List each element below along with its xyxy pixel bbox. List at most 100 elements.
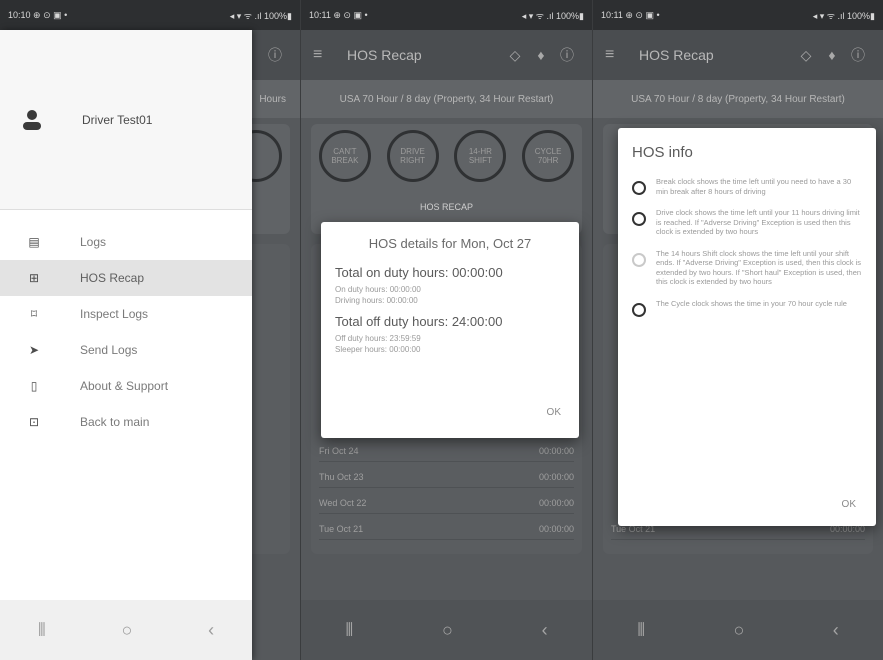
- dialog-title: HOS details for Mon, Oct 27: [368, 236, 532, 251]
- recent-apps-icon[interactable]: ⦀: [637, 620, 645, 641]
- recap-title: HOS RECAP: [419, 202, 473, 212]
- drawer-item-label: HOS Recap: [80, 271, 145, 285]
- app-title: HOS Recap: [347, 47, 422, 63]
- home-icon[interactable]: ○: [442, 620, 453, 641]
- hos-type-label: USA 70 Hour / 8 day (Property, 34 Hour R…: [301, 80, 592, 118]
- off-duty-hours: Off duty hours: 23:59:59: [335, 334, 421, 343]
- menu-icon[interactable]: ≡: [605, 46, 623, 64]
- inspect-icon: ⌑: [30, 307, 38, 321]
- hos-details-dialog: HOS details for Mon, Oct 27 Total on dut…: [321, 222, 579, 438]
- app-title: HOS Recap: [639, 47, 714, 63]
- drawer-item-logs[interactable]: ▤ Logs: [0, 224, 252, 260]
- drawer-item-label: Send Logs: [80, 343, 138, 357]
- row-value: 00:00:00: [538, 471, 574, 482]
- drawer-item-label: Inspect Logs: [80, 307, 149, 321]
- shift-clock[interactable]: 14-HR SHIFT: [454, 130, 507, 182]
- radio-button[interactable]: [632, 302, 646, 317]
- back-icon[interactable]: ‹: [833, 620, 839, 641]
- row-date: Thu Oct 23: [319, 471, 364, 482]
- recent-apps-icon[interactable]: ⦀: [38, 620, 46, 641]
- status-icons: ◂ ▾ ᯤ .ıl 100%▮: [229, 10, 292, 21]
- phone-icon: ▯: [30, 379, 38, 393]
- table-row[interactable]: Fri Oct 24 00:00:00: [319, 440, 574, 462]
- drawer-item-label: About & Support: [80, 379, 169, 393]
- location-icon[interactable]: ◇: [793, 47, 819, 64]
- system-nav-bar: ⦀ ○ ‹: [593, 600, 883, 660]
- pin-icon[interactable]: ♦: [819, 47, 845, 63]
- radio-button[interactable]: [632, 212, 646, 226]
- info-icon[interactable]: ⓘ: [845, 45, 871, 65]
- clocks-card: CAN'T BREAK DRIVE RIGHT 14-HR SHIFT CYCL…: [311, 124, 582, 234]
- hos-type-label: USA 70 Hour / 8 day (Property, 34 Hour R…: [593, 80, 883, 118]
- table-row[interactable]: Tue Oct 21 00:00:00: [319, 518, 574, 540]
- menu-icon[interactable]: ≡: [313, 46, 331, 64]
- status-icons: ◂ ▾ ᯤ .ıl 100%▮: [812, 10, 875, 21]
- drawer-item-inspect-logs[interactable]: ⌑ Inspect Logs: [0, 296, 252, 332]
- row-date: Wed Oct 22: [319, 497, 367, 508]
- system-nav-bar: ⦀ ○ ‹: [0, 600, 252, 660]
- back-icon[interactable]: ‹: [542, 620, 548, 641]
- info-option[interactable]: The Cycle clock shows the time in your 7…: [632, 299, 862, 317]
- radio-button[interactable]: [632, 252, 646, 267]
- info-option[interactable]: The 14 hours Shift clock shows the time …: [632, 249, 862, 287]
- cycle-clock[interactable]: CYCLE 70HR: [522, 130, 575, 182]
- ok-button[interactable]: OK: [842, 499, 856, 510]
- drawer-item-label: Back to main: [80, 415, 150, 429]
- hos-info-dialog: HOS info Break clock shows the time left…: [618, 128, 876, 526]
- home-icon[interactable]: ○: [734, 620, 745, 641]
- status-time: 10:11 ⊕ ⊙ ▣ •: [309, 9, 368, 20]
- sleeper-hours: Sleeper hours: 00:00:00: [335, 345, 421, 354]
- option-text: The Cycle clock shows the time in your 7…: [656, 298, 847, 308]
- drawer-item-about-support[interactable]: ▯ About & Support: [0, 368, 252, 404]
- row-value: 00:00:00: [538, 445, 574, 456]
- location-icon[interactable]: ◇: [502, 47, 528, 64]
- off-duty-total: Total off duty hours: 24:00:00: [335, 314, 503, 329]
- row-value: 00:00:00: [538, 497, 574, 508]
- drawer-header: Driver Test01: [0, 30, 252, 210]
- navigation-drawer: Driver Test01 ▤ Logs ⊞ HOS Recap ⌑ Inspe…: [0, 30, 252, 660]
- home-icon[interactable]: ○: [122, 620, 133, 641]
- status-time: 10:11 ⊕ ⊙ ▣ •: [601, 9, 660, 20]
- info-icon[interactable]: ⓘ: [554, 45, 580, 65]
- drawer-item-hos-recap[interactable]: ⊞ HOS Recap: [0, 260, 252, 296]
- option-text: Break clock shows the time left until yo…: [656, 177, 852, 196]
- exit-icon: ⊡: [28, 415, 40, 429]
- status-icons: ◂ ▾ ᯤ .ıl 100%▮: [521, 10, 584, 21]
- info-option[interactable]: Break clock shows the time left until yo…: [632, 177, 862, 196]
- info-option[interactable]: Drive clock shows the time left until yo…: [632, 208, 862, 237]
- on-duty-total: Total on duty hours: 00:00:00: [335, 265, 503, 280]
- option-text: Drive clock shows the time left until yo…: [656, 208, 860, 236]
- pin-icon[interactable]: ♦: [528, 47, 554, 63]
- status-bar: 10:10 ⊕ ⊙ ▣ • ◂ ▾ ᯤ .ıl 100%▮: [0, 0, 300, 30]
- driver-name: Driver Test01: [82, 112, 153, 127]
- radio-button[interactable]: [632, 181, 646, 195]
- person-icon: [22, 109, 44, 131]
- status-time: 10:10 ⊕ ⊙ ▣ •: [8, 9, 68, 20]
- table-row[interactable]: Thu Oct 23 00:00:00: [319, 466, 574, 488]
- ok-button[interactable]: OK: [547, 407, 561, 418]
- recap-icon: ⊞: [28, 271, 40, 285]
- break-clock[interactable]: CAN'T BREAK: [318, 130, 371, 182]
- drawer-menu: ▤ Logs ⊞ HOS Recap ⌑ Inspect Logs ➤ Send…: [0, 210, 252, 440]
- row-value: 00:00:00: [538, 523, 574, 534]
- table-row[interactable]: Wed Oct 22 00:00:00: [319, 492, 574, 514]
- screen-hos-details: 10:11 ⊕ ⊙ ▣ • ◂ ▾ ᯤ .ıl 100%▮ ≡ HOS Reca…: [300, 0, 592, 660]
- logs-icon: ▤: [28, 235, 40, 249]
- drawer-item-send-logs[interactable]: ➤ Send Logs: [0, 332, 252, 368]
- on-duty-hours: On duty hours: 00:00:00: [335, 285, 421, 294]
- info-icon[interactable]: ⓘ: [262, 45, 288, 65]
- dialog-title: HOS info: [632, 144, 693, 161]
- screen-hos-info: 10:11 ⊕ ⊙ ▣ • ◂ ▾ ᯤ .ıl 100%▮ ≡ HOS Reca…: [592, 0, 883, 660]
- drawer-item-label: Logs: [80, 235, 107, 249]
- status-bar: 10:11 ⊕ ⊙ ▣ • ◂ ▾ ᯤ .ıl 100%▮: [301, 0, 592, 30]
- app-bar: ≡ HOS Recap ◇ ♦ ⓘ: [301, 30, 592, 80]
- status-bar: 10:11 ⊕ ⊙ ▣ • ◂ ▾ ᯤ .ıl 100%▮: [593, 0, 883, 30]
- recent-apps-icon[interactable]: ⦀: [345, 620, 353, 641]
- send-icon: ➤: [28, 343, 40, 357]
- system-nav-bar: ⦀ ○ ‹: [301, 600, 592, 660]
- option-text: The 14 hours Shift clock shows the time …: [656, 248, 862, 287]
- app-bar: ≡ HOS Recap ◇ ♦ ⓘ: [593, 30, 883, 80]
- drawer-item-back-to-main[interactable]: ⊡ Back to main: [0, 404, 252, 440]
- drive-clock[interactable]: DRIVE RIGHT: [386, 130, 439, 182]
- back-icon[interactable]: ‹: [208, 620, 214, 641]
